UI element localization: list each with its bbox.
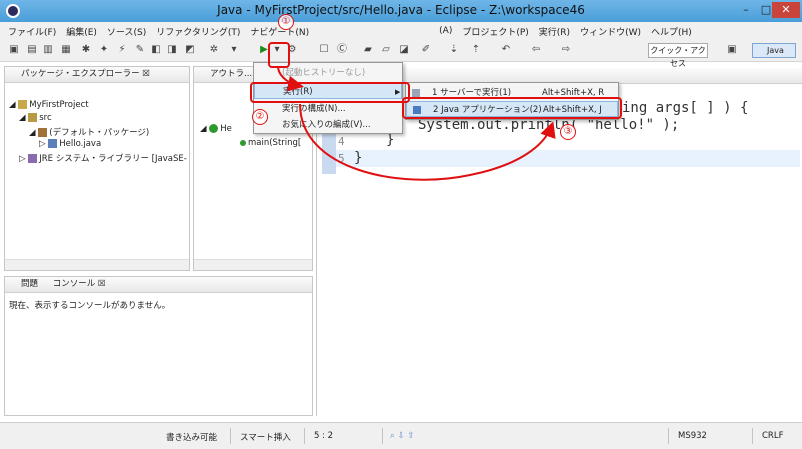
- status-cursor-position: 5 : 2: [314, 431, 334, 441]
- status-encoding: MS932: [678, 431, 707, 441]
- status-writable: 書き込み可能: [166, 433, 218, 443]
- status-insert-mode: スマート挿入: [240, 433, 291, 443]
- arrow-2-to-3: [299, 103, 556, 181]
- search-icon[interactable]: ⌕ ⇩ ⇧: [390, 431, 414, 441]
- status-bar: 書き込み可能 スマート挿入 5 : 2 ⌕ ⇩ ⇧ MS932 CRLF: [0, 422, 802, 449]
- status-line-ending: CRLF: [762, 431, 784, 441]
- annotation-arrows: [277, 67, 556, 181]
- arrow-1-to-2: [277, 67, 304, 92]
